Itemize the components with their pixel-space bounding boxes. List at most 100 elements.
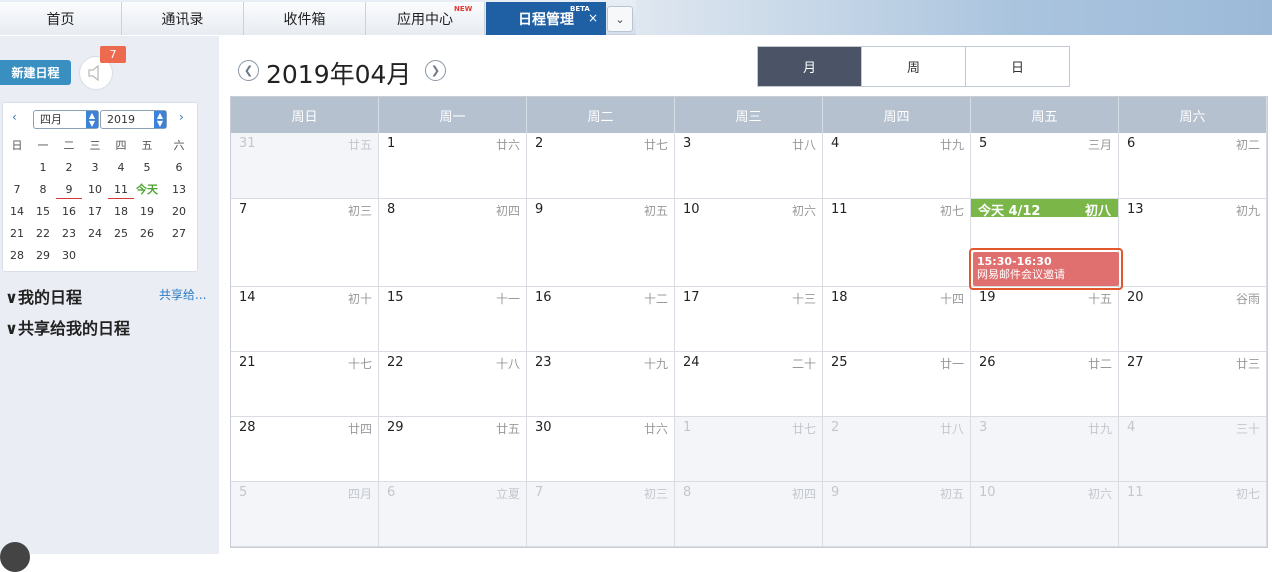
day-cell[interactable]: 2 廿七 [527, 133, 675, 199]
mini-day[interactable]: 22 [30, 225, 56, 243]
mini-day[interactable]: 3 [82, 159, 108, 177]
mini-day[interactable]: 18 [108, 203, 134, 221]
mini-day[interactable]: 24 [82, 225, 108, 243]
mini-day[interactable]: 30 [56, 247, 82, 265]
day-cell[interactable]: 22 十八 [379, 352, 527, 417]
lunar-date: 十三 [791, 292, 816, 306]
day-cell[interactable]: 8 初四 [675, 482, 823, 547]
mini-day[interactable]: 15 [30, 203, 56, 221]
day-cell[interactable]: 18 十四 [823, 287, 971, 352]
day-cell[interactable]: 31 廿五 [231, 133, 379, 199]
mini-day[interactable]: 27 [166, 225, 192, 243]
lunar-date: 十七 [347, 357, 372, 371]
close-icon[interactable]: × [588, 11, 598, 25]
help-button[interactable] [0, 542, 30, 572]
mini-weekday-header: 二 [63, 139, 75, 152]
mini-day[interactable]: 10 [82, 181, 108, 199]
mini-day[interactable]: 16 [56, 203, 82, 221]
day-cell[interactable]: 19 十五 [971, 287, 1119, 352]
next-month-button[interactable]: ❯ [425, 60, 446, 81]
view-month-button[interactable]: 月 [758, 47, 861, 86]
mini-day[interactable]: 19 [134, 203, 160, 221]
day-cell[interactable]: 2 廿八 [823, 417, 971, 482]
day-number: 10 [683, 202, 700, 217]
tab-contacts[interactable]: 通讯录 [122, 2, 244, 35]
day-cell[interactable]: 30 廿六 [527, 417, 675, 482]
mini-day[interactable]: 14 [4, 203, 30, 221]
day-cell[interactable]: 7 初三 [527, 482, 675, 547]
day-cell[interactable]: 27 廿三 [1119, 352, 1267, 417]
day-cell[interactable]: 5 四月 [231, 482, 379, 547]
mini-day[interactable]: 今天 [134, 181, 160, 199]
view-day-button[interactable]: 日 [965, 47, 1069, 86]
mini-day[interactable]: 17 [82, 203, 108, 221]
mini-day[interactable]: 23 [56, 225, 82, 243]
day-cell[interactable]: 24 二十 [675, 352, 823, 417]
new-event-button[interactable]: 新建日程 [0, 60, 71, 85]
tab-app-center[interactable]: 应用中心 NEW [366, 2, 485, 35]
mini-day[interactable]: 1 [30, 159, 56, 177]
mini-day[interactable]: 29 [30, 247, 56, 265]
chevron-left-icon[interactable]: ‹ [12, 110, 17, 124]
day-cell[interactable]: 26 廿二 [971, 352, 1119, 417]
day-cell[interactable]: 3 廿九 [971, 417, 1119, 482]
day-cell[interactable]: 25 廿一 [823, 352, 971, 417]
day-cell[interactable]: 6 立夏 [379, 482, 527, 547]
mini-day[interactable]: 5 [134, 159, 160, 177]
day-cell[interactable]: 29 廿五 [379, 417, 527, 482]
day-number: 9 [535, 202, 544, 217]
mini-day[interactable]: 8 [30, 181, 56, 199]
day-cell[interactable]: 3 廿八 [675, 133, 823, 199]
day-cell[interactable]: 4 三十 [1119, 417, 1267, 482]
my-calendar-section[interactable]: ∨我的日程 [5, 284, 82, 308]
day-cell[interactable]: 6 初二 [1119, 133, 1267, 199]
mini-day[interactable]: 11 [108, 181, 134, 199]
prev-month-button[interactable]: ❮ [238, 60, 259, 81]
day-cell[interactable]: 16 十二 [527, 287, 675, 352]
mini-day[interactable]: 25 [108, 225, 134, 243]
day-cell[interactable]: 17 十三 [675, 287, 823, 352]
mini-day[interactable]: 21 [4, 225, 30, 243]
mini-day[interactable]: 9 [56, 181, 82, 199]
lunar-date: 十一 [495, 292, 520, 306]
mini-day[interactable]: 13 [166, 181, 192, 199]
chevron-right-icon[interactable]: › [179, 110, 184, 124]
mini-day[interactable]: 4 [108, 159, 134, 177]
day-cell[interactable]: 11 初七 [1119, 482, 1267, 547]
day-cell[interactable]: 1 廿七 [675, 417, 823, 482]
day-cell[interactable]: 7 初三 [231, 199, 379, 287]
day-cell[interactable]: 21 十七 [231, 352, 379, 417]
day-cell[interactable]: 5 三月 [971, 133, 1119, 199]
day-cell[interactable]: 14 初十 [231, 287, 379, 352]
day-cell[interactable]: 20 谷雨 [1119, 287, 1267, 352]
mini-day[interactable]: 7 [4, 181, 30, 199]
day-cell[interactable]: 11 初七 [823, 199, 971, 287]
day-cell[interactable]: 8 初四 [379, 199, 527, 287]
view-week-button[interactable]: 周 [861, 47, 965, 86]
mini-day[interactable]: 20 [166, 203, 192, 221]
day-cell[interactable]: 10 初六 [675, 199, 823, 287]
day-number: 14 [239, 290, 256, 305]
day-cell[interactable]: 9 初五 [823, 482, 971, 547]
day-cell[interactable]: 23 十九 [527, 352, 675, 417]
day-cell[interactable]: 4 廿九 [823, 133, 971, 199]
day-cell[interactable]: 15 十一 [379, 287, 527, 352]
tab-inbox[interactable]: 收件箱 [244, 2, 366, 35]
mini-day[interactable]: 6 [166, 159, 192, 177]
mini-day[interactable]: 26 [134, 225, 160, 243]
day-cell[interactable]: 13 初九 [1119, 199, 1267, 287]
month-select[interactable]: 四月 ▲ ▼ [33, 110, 99, 129]
day-cell[interactable]: 1 廿六 [379, 133, 527, 199]
mini-day[interactable]: 28 [4, 247, 30, 265]
shared-calendar-section[interactable]: ∨共享给我的日程 [5, 315, 130, 339]
day-cell[interactable]: 10 初六 [971, 482, 1119, 547]
chevron-down-icon[interactable]: ⌄ [607, 6, 633, 32]
calendar-event[interactable]: 15:30-16:30 网易邮件会议邀请 [969, 248, 1123, 290]
year-select[interactable]: 2019 ▲ ▼ [100, 110, 167, 129]
mini-day[interactable]: 2 [56, 159, 82, 177]
day-cell[interactable]: 9 初五 [527, 199, 675, 287]
tab-home[interactable]: 首页 [0, 2, 122, 35]
day-cell[interactable]: 28 廿四 [231, 417, 379, 482]
share-link[interactable]: 共享给... [159, 286, 206, 303]
tab-calendar[interactable]: 日程管理 BETA × [486, 2, 606, 35]
